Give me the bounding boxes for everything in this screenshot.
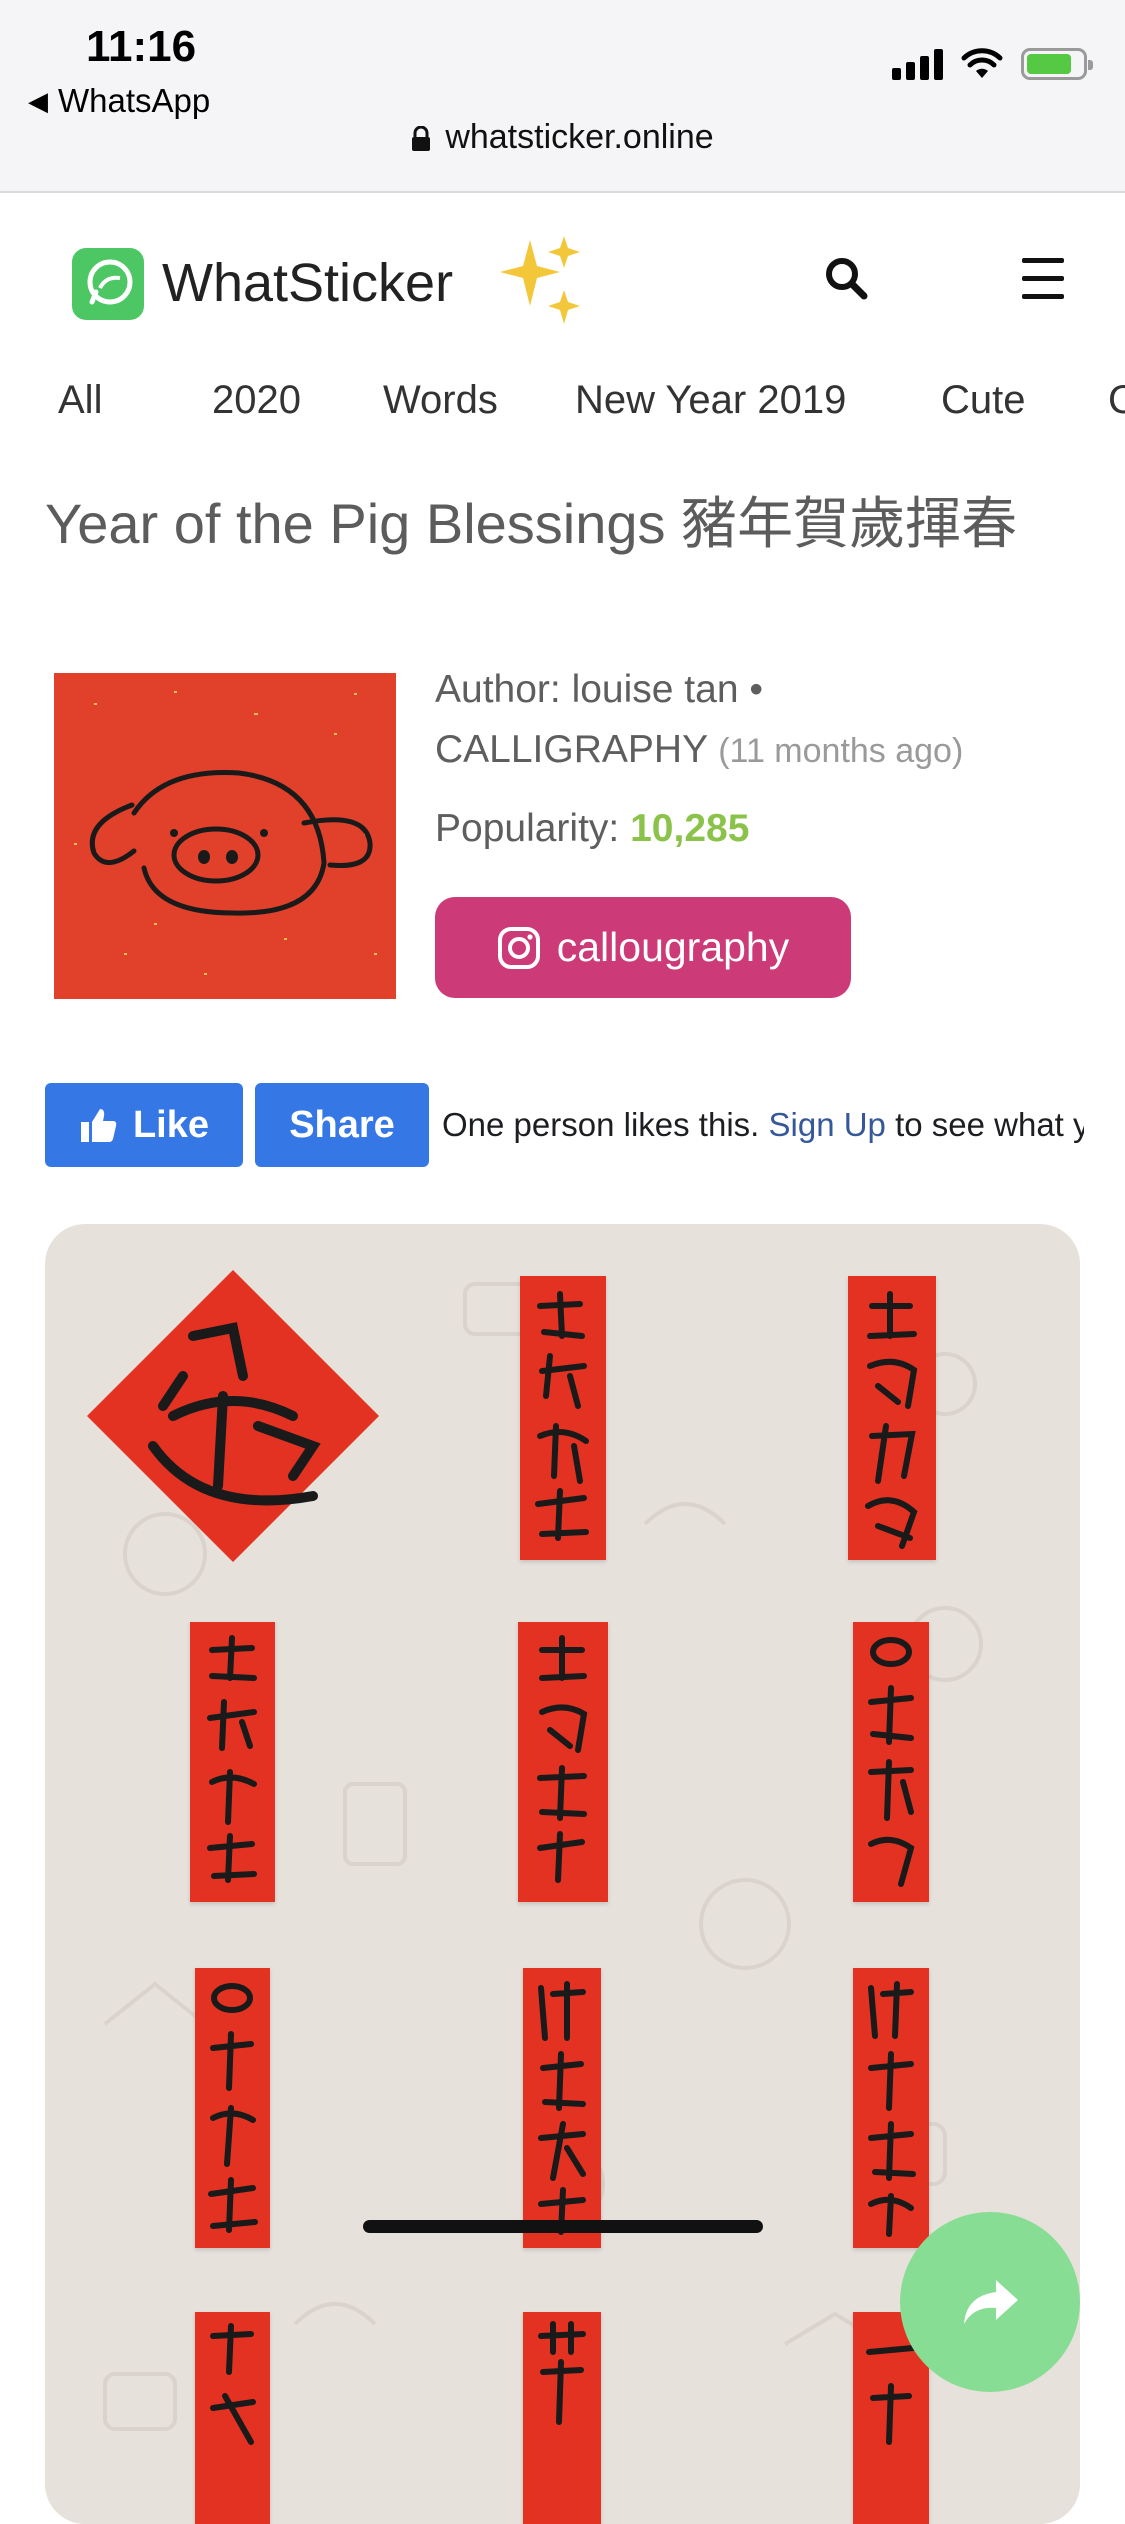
back-to-app-button[interactable]: ◀ WhatsApp <box>28 82 210 120</box>
author-line: Author: louise tan • <box>435 668 764 711</box>
sticker-diamond-fortune[interactable] <box>83 1266 383 1566</box>
sticker-scroll[interactable] <box>523 1968 601 2248</box>
back-app-label: WhatsApp <box>58 82 211 119</box>
lock-icon <box>412 126 431 152</box>
address-bar[interactable]: whatsticker.online <box>0 118 1125 157</box>
facebook-share-button[interactable]: Share <box>255 1083 429 1167</box>
page-title: Year of the Pig Blessings 豬年賀歲揮春 <box>45 492 1018 555</box>
category-new-year-2019[interactable]: New Year 2019 <box>575 378 846 423</box>
pack-info: Author: louise tan • CALLIGRAPHY (11 mon… <box>435 660 1075 851</box>
like-count-trailing-text: to see what y <box>885 1106 1084 1143</box>
sticker-scroll[interactable] <box>848 1276 936 1560</box>
back-triangle-icon: ◀ <box>28 85 48 116</box>
category-nav: All 2020 Words New Year 2019 Cute C <box>0 378 1125 438</box>
share-arrow-icon <box>964 2280 1018 2324</box>
battery-icon <box>1021 48 1093 80</box>
popularity-label: Popularity: <box>435 807 620 850</box>
cellular-signal-icon <box>892 48 943 80</box>
wifi-icon <box>961 48 1003 78</box>
sticker-scroll[interactable] <box>190 1622 275 1902</box>
sticker-scroll[interactable] <box>518 1622 608 1902</box>
pack-thumbnail-pig-image <box>54 673 396 999</box>
like-label: Like <box>132 1103 210 1146</box>
sticker-scroll[interactable] <box>195 2312 270 2524</box>
instagram-handle: callougraphy <box>556 924 790 970</box>
facebook-like-button[interactable]: Like <box>45 1083 243 1167</box>
sticker-scroll[interactable] <box>195 1968 270 2248</box>
sticker-scroll[interactable] <box>853 1622 929 1902</box>
menu-icon[interactable] <box>1022 258 1064 312</box>
category-2020[interactable]: 2020 <box>212 378 301 423</box>
category-cute[interactable]: Cute <box>941 378 1026 423</box>
published-age: (11 months ago) <box>718 732 964 770</box>
category-link[interactable]: CALLIGRAPHY <box>435 728 707 771</box>
sign-up-link[interactable]: Sign Up <box>769 1106 886 1143</box>
sticker-scroll[interactable] <box>853 1968 929 2248</box>
status-time: 11:16 <box>86 22 197 71</box>
share-fab-button[interactable] <box>900 2212 1080 2392</box>
status-icons <box>892 48 1093 80</box>
whatsticker-logo-icon[interactable] <box>72 248 144 320</box>
category-more[interactable]: C <box>1108 378 1125 423</box>
browser-chrome: 11:16 ◀ WhatsApp whatsticker.online <box>0 0 1125 193</box>
popularity: Popularity: 10,285 <box>435 807 1075 851</box>
sticker-scroll[interactable] <box>523 2312 601 2524</box>
popularity-value: 10,285 <box>630 807 750 850</box>
facebook-like-count: One person likes this. Sign Up to see wh… <box>442 1106 1084 1144</box>
sticker-scroll[interactable] <box>520 1276 606 1560</box>
like-count-text: One person likes this. <box>442 1106 760 1143</box>
search-icon[interactable] <box>824 256 868 300</box>
thumbs-up-icon <box>80 1109 117 1142</box>
instagram-icon <box>497 926 540 969</box>
sparkles-icon <box>500 236 580 324</box>
category-words[interactable]: Words <box>383 378 498 423</box>
share-label: Share <box>289 1103 395 1146</box>
category-all[interactable]: All <box>58 378 102 423</box>
url-text: whatsticker.online <box>445 118 714 156</box>
brand-name[interactable]: WhatSticker <box>162 252 453 314</box>
home-indicator <box>363 2220 763 2233</box>
instagram-button[interactable]: callougraphy <box>435 897 851 998</box>
